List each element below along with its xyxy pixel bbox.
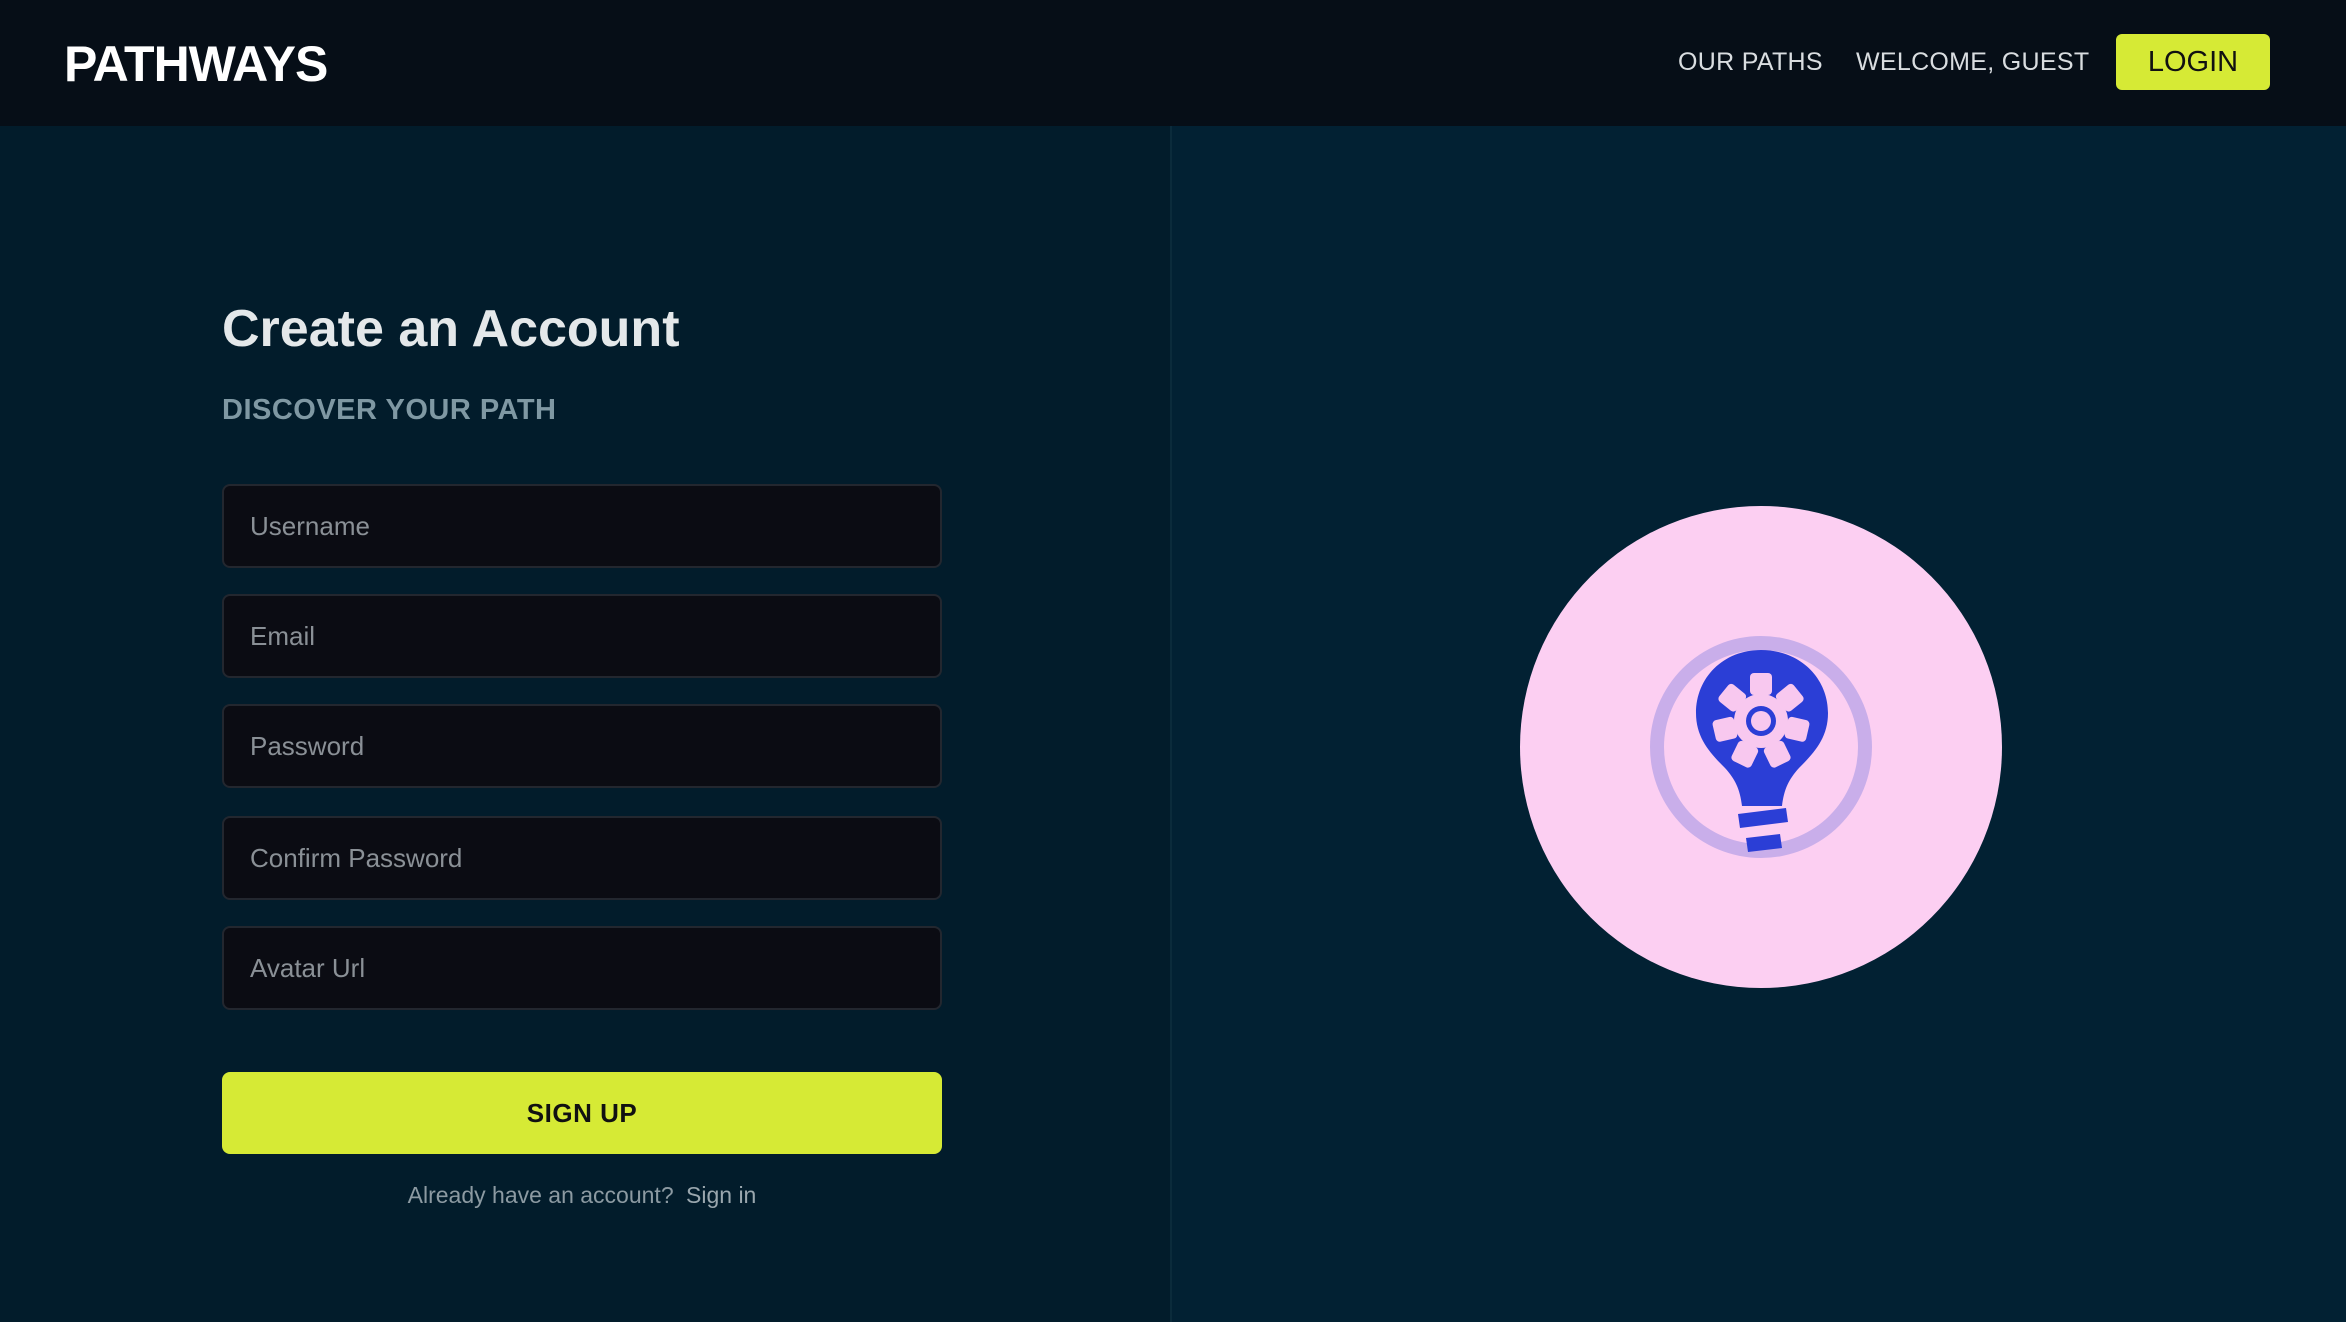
nav-our-paths-link[interactable]: OUR PATHS [1678, 44, 1823, 80]
sign-in-link[interactable]: Sign in [686, 1182, 756, 1208]
page-title: Create an Account [222, 300, 680, 358]
signin-prompt-text: Already have an account? [407, 1182, 674, 1208]
logo-text: PATHWAYS [64, 36, 328, 92]
confirm-password-input[interactable] [222, 816, 942, 900]
avatar-url-input[interactable] [222, 926, 942, 1010]
login-button[interactable]: LOGIN [2116, 34, 2270, 90]
username-input[interactable] [222, 484, 942, 568]
top-navigation-bar: PATHWAYS OUR PATHS WELCOME, GUEST LOGIN [0, 0, 2346, 126]
email-input[interactable] [222, 594, 942, 678]
page-subtitle: DISCOVER YOUR PATH [222, 394, 557, 426]
signin-prompt-row: Already have an account? Sign in [222, 1178, 942, 1212]
welcome-guest-label[interactable]: WELCOME, GUEST [1856, 44, 2089, 80]
password-input[interactable] [222, 704, 942, 788]
pathways-logo[interactable]: PATHWAYS [64, 36, 344, 92]
lightbulb-gear-icon [1520, 506, 2002, 988]
sign-up-button[interactable]: SIGN UP [222, 1072, 942, 1154]
